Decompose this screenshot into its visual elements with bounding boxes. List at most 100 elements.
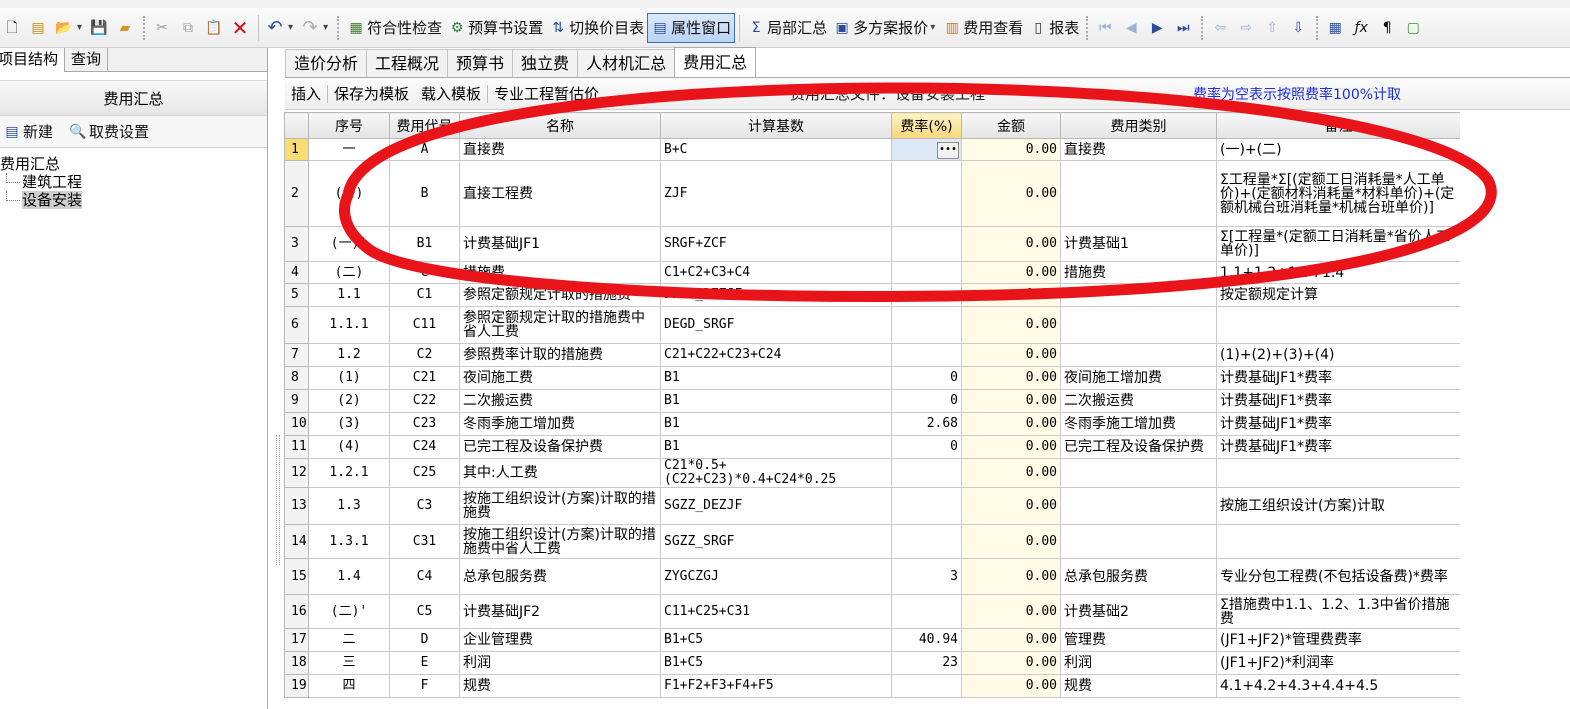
code-cell[interactable]: E <box>389 651 460 675</box>
base-cell[interactable]: B1 <box>660 435 892 459</box>
rate-cell[interactable] <box>891 594 962 629</box>
name-cell[interactable]: 冬雨季施工增加费 <box>459 412 661 436</box>
code-cell[interactable]: C23 <box>389 412 460 436</box>
code-cell[interactable]: C5 <box>389 594 460 629</box>
extra-button[interactable]: ▢ <box>1401 13 1427 43</box>
seq-cell[interactable]: (2) <box>308 389 390 413</box>
note-cell[interactable]: 计费基础JF1*费率 <box>1216 366 1460 390</box>
amount-cell[interactable]: 0.00 <box>961 558 1061 595</box>
base-cell[interactable]: C11+C25+C31 <box>660 594 892 629</box>
code-cell[interactable]: C11 <box>389 306 460 344</box>
base-cell[interactable]: B1 <box>660 366 892 390</box>
code-cell[interactable]: C24 <box>389 435 460 459</box>
rate-cell[interactable]: ••• <box>891 138 962 161</box>
name-cell[interactable]: 规费 <box>459 674 661 698</box>
delete-button[interactable]: ✕ <box>228 13 254 43</box>
category-cell[interactable]: 总承包服务费 <box>1060 558 1217 595</box>
last-button[interactable]: ⏭ <box>1171 13 1197 43</box>
note-cell[interactable]: (1)+(2)+(3)+(4) <box>1216 343 1460 367</box>
code-cell[interactable]: C1 <box>389 283 460 307</box>
tab-query[interactable]: 查询 <box>65 48 109 72</box>
col-header-amount[interactable]: 金额 <box>961 112 1061 139</box>
seq-cell[interactable]: 三 <box>308 651 390 675</box>
base-cell[interactable]: B1 <box>660 412 892 436</box>
base-cell[interactable]: B1+C5 <box>660 628 892 652</box>
base-cell[interactable]: DEGD_SRGF <box>660 306 892 344</box>
tab-budget[interactable]: 预算书 <box>447 49 514 77</box>
name-cell[interactable]: 企业管理费 <box>459 628 661 652</box>
ellipsis-icon[interactable]: ••• <box>937 142 959 159</box>
row-number[interactable]: 8 <box>284 366 309 390</box>
budget-settings-button[interactable]: ⚙ 预算书设置 <box>445 13 546 43</box>
open-button[interactable]: ▤ <box>26 13 52 43</box>
table-row[interactable]: 14 1.3.1 C31 按施工组织设计(方案)计取的措施费中省人工费 SGZZ_SRG… <box>284 524 1460 559</box>
row-number[interactable]: 18 <box>284 651 309 675</box>
seq-cell[interactable]: 1.2.1 <box>308 458 390 488</box>
rate-cell[interactable] <box>891 306 962 344</box>
seq-cell[interactable]: (一) <box>308 160 390 227</box>
seq-cell[interactable]: 四 <box>308 674 390 698</box>
code-cell[interactable]: C31 <box>389 524 460 559</box>
category-cell[interactable] <box>1060 458 1217 488</box>
amount-cell[interactable]: 0.00 <box>961 435 1061 459</box>
table-row[interactable]: 9 (2) C22 二次搬运费 B1 0 0.00 二次搬运费 计费基础JF1*费率 <box>284 389 1460 413</box>
compliance-check-button[interactable]: ▦ 符合性检查 <box>344 13 445 43</box>
base-cell[interactable]: C1+C2+C3+C4 <box>660 261 892 284</box>
seq-cell[interactable]: 1.2 <box>308 343 390 367</box>
table-row[interactable]: 19 四 F 规费 F1+F2+F3+F4+F5 0.00 规费 4.1+4.2+4.3+4.… <box>284 674 1460 698</box>
seq-cell[interactable]: 1.1.1 <box>308 306 390 344</box>
first-button[interactable]: ⏮ <box>1093 13 1119 43</box>
category-cell[interactable]: 利润 <box>1060 651 1217 675</box>
rate-cell[interactable] <box>891 524 962 559</box>
seq-cell[interactable]: 1.4 <box>308 558 390 595</box>
amount-cell[interactable]: 0.00 <box>961 306 1061 344</box>
category-cell[interactable]: 夜间施工增加费 <box>1060 366 1217 390</box>
rate-cell[interactable]: 3 <box>891 558 962 595</box>
amount-cell[interactable]: 0.00 <box>961 366 1061 390</box>
amount-cell[interactable]: 0.00 <box>961 138 1061 161</box>
base-cell[interactable]: ZJF <box>660 160 892 227</box>
col-header-note[interactable]: 备注 <box>1216 112 1460 139</box>
rate-cell[interactable]: 0 <box>891 435 962 459</box>
col-header-category[interactable]: 费用类别 <box>1060 112 1217 139</box>
rate-cell[interactable] <box>891 283 962 307</box>
category-cell[interactable]: 计费基础2 <box>1060 594 1217 629</box>
table-row[interactable]: 8 (1) C21 夜间施工费 B1 0 0.00 夜间施工增加费 计费基础JF1*费率 <box>284 366 1460 390</box>
tree-item-construction[interactable]: 建筑工程 <box>0 173 267 191</box>
seq-cell[interactable]: (二) <box>308 261 390 284</box>
code-cell[interactable]: B <box>389 160 460 227</box>
note-cell[interactable]: 4.1+4.2+4.3+4.4+4.5 <box>1216 674 1460 698</box>
category-cell[interactable]: 措施费 <box>1060 261 1217 284</box>
export-button[interactable]: ▰ <box>113 13 139 43</box>
note-cell[interactable]: (JF1+JF2)*利润率 <box>1216 651 1460 675</box>
row-number[interactable]: 4 <box>284 261 309 284</box>
amount-cell[interactable]: 0.00 <box>961 487 1061 525</box>
category-cell[interactable] <box>1060 487 1217 525</box>
panel-splitter[interactable] <box>276 435 280 565</box>
name-cell[interactable]: 已完工程及设备保护费 <box>459 435 661 459</box>
base-cell[interactable]: B1+C5 <box>660 651 892 675</box>
base-cell[interactable]: SGZZ_SRGF <box>660 524 892 559</box>
name-cell[interactable]: 其中:人工费 <box>459 458 661 488</box>
note-cell[interactable]: (JF1+JF2)*管理费费率 <box>1216 628 1460 652</box>
tree-item-equipment-install[interactable]: 设备安装 <box>0 191 267 209</box>
name-cell[interactable]: 按施工组织设计(方案)计取的措施费 <box>459 487 661 525</box>
next-button[interactable]: ▶ <box>1145 13 1171 43</box>
tab-independent-fee[interactable]: 独立费 <box>512 49 579 77</box>
base-cell[interactable]: DEGD_DEZJF <box>660 283 892 307</box>
report-button[interactable]: ▯ 报表 <box>1026 13 1082 43</box>
code-cell[interactable]: C4 <box>389 558 460 595</box>
row-number[interactable]: 11 <box>284 435 309 459</box>
table-row[interactable]: 4 (二) C 措施费 C1+C2+C3+C4 0.00 措施费 1.1+1.2+1.3+1.… <box>284 261 1460 284</box>
move-up-button[interactable]: ⇧ <box>1260 13 1286 43</box>
name-cell[interactable]: 计费基础JF1 <box>459 226 661 262</box>
category-cell[interactable]: 规费 <box>1060 674 1217 698</box>
table-row[interactable]: 6 1.1.1 C11 参照定额规定计取的措施费中省人工费 DEGD_SRGF 0.00 <box>284 306 1460 344</box>
name-cell[interactable]: 参照费率计取的措施费 <box>459 343 661 367</box>
code-cell[interactable]: C2 <box>389 343 460 367</box>
amount-cell[interactable]: 0.00 <box>961 261 1061 284</box>
rate-cell[interactable] <box>891 261 962 284</box>
multi-plan-quote-button[interactable]: ▣ 多方案报价 ▾ <box>830 13 940 43</box>
category-cell[interactable]: 计费基础1 <box>1060 226 1217 262</box>
base-cell[interactable]: SRGF+ZCF <box>660 226 892 262</box>
